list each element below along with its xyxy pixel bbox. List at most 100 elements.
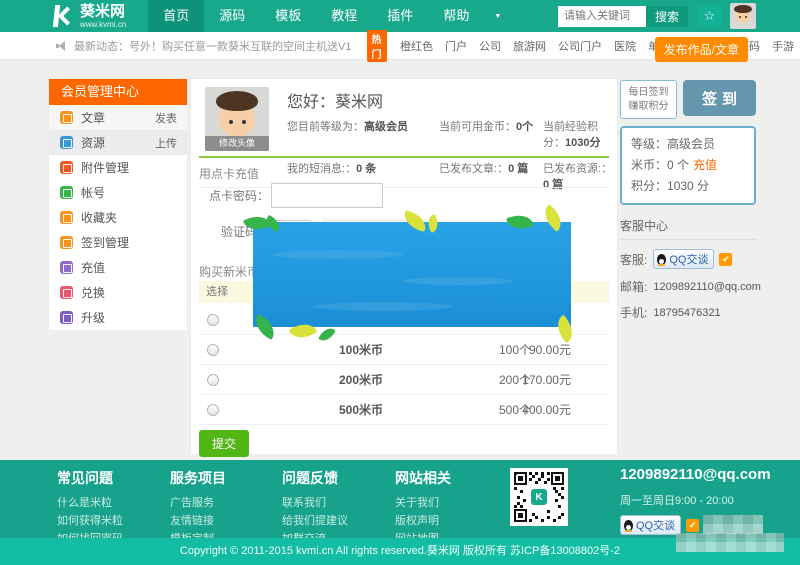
footer-link[interactable]: 如何获得米粒 <box>57 512 123 530</box>
upgrade-icon <box>60 311 73 324</box>
announcement-text: 最新动态：号外！购买任意一款葵米互联的空间主机送V1 <box>74 38 351 54</box>
nav-item-help[interactable]: 帮助 <box>428 0 484 32</box>
coin-row: 米币：0 个充值 <box>631 155 745 176</box>
sidebar-title: 会员管理中心 <box>49 79 187 105</box>
article-icon <box>60 111 73 124</box>
qr-code <box>510 468 568 526</box>
daily-signin-label: 每日签到 赚取积分 <box>620 80 677 119</box>
verified-badge-icon[interactable] <box>719 253 732 266</box>
buy-row[interactable]: 100米币 100个 90.00元 <box>199 335 609 365</box>
page-footer: 常见问题 什么是米粒 如何获得米粒 如何找回密码 服务项目 广告服务 友情链接 … <box>0 460 800 538</box>
stat-points: 当前经验积分：1030分 <box>543 118 613 150</box>
footer-link[interactable]: 联系我们 <box>282 494 348 512</box>
footer-qq-chat-button[interactable]: QQ交谈 <box>620 515 681 535</box>
footer-col-site: 网站相关 关于我们 版权声明 网站地图 <box>395 468 451 548</box>
qr-center-logo <box>531 489 547 505</box>
member-sidebar: 会员管理中心 文章 发表 资源 上传 附件管理 帐号 收藏夹 签到管理 充值 兑… <box>48 78 188 331</box>
header-avatar[interactable] <box>730 3 756 29</box>
radio-button[interactable] <box>207 314 219 326</box>
nav-item-source[interactable]: 源码 <box>204 0 260 32</box>
sidebar-item-favorites[interactable]: 收藏夹 <box>49 205 187 230</box>
qq-penguin-icon <box>657 254 666 265</box>
signin-icon <box>60 236 73 249</box>
tag-link[interactable]: 公司 <box>479 38 501 54</box>
stat-level: 您目前等级为：高级会员 <box>287 118 439 150</box>
main-nav: 首页 源码 模板 教程 插件 帮助 <box>148 0 511 32</box>
service-phone-row: 手机: 18795476321 <box>620 304 756 321</box>
card-password-row: 点卡密码： <box>191 183 383 208</box>
signin-button[interactable]: 签到 <box>683 80 756 116</box>
footer-link[interactable]: 关于我们 <box>395 494 451 512</box>
logo-k-icon <box>54 5 74 27</box>
sidebar-item-signin[interactable]: 签到管理 <box>49 230 187 255</box>
exchange-icon <box>60 286 73 299</box>
nav-item-home[interactable]: 首页 <box>148 0 204 32</box>
service-center-title: 客服中心 <box>620 217 756 240</box>
nav-item-templates[interactable]: 模板 <box>260 0 316 32</box>
publish-article-link[interactable]: 发表 <box>155 110 177 126</box>
tag-link[interactable]: 橙红色 <box>400 38 433 54</box>
footer-link[interactable]: 什么是米粒 <box>57 494 123 512</box>
top-navbar: 葵米网 www.kvmi.cn 首页 源码 模板 教程 插件 帮助 搜索 <box>0 0 800 32</box>
qq-penguin-icon <box>624 520 633 531</box>
footer-link[interactable]: 广告服务 <box>170 494 226 512</box>
buy-row[interactable]: 500米币 500个 400.00元 <box>199 395 609 425</box>
qq-chat-button[interactable]: QQ交谈 <box>653 249 714 269</box>
hot-badge: 热门 <box>367 30 387 62</box>
recharge-link[interactable]: 充值 <box>693 158 717 172</box>
tag-link[interactable]: 旅游网 <box>513 38 546 54</box>
footer-hours: 周一至周日9:00 - 20:00 <box>620 492 771 508</box>
favorites-icon <box>60 211 73 224</box>
sidebar-item-articles[interactable]: 文章 发表 <box>49 105 187 130</box>
service-qq-row: 客服: QQ交谈 <box>620 249 756 269</box>
service-email: 1209892110@qq.com <box>653 281 761 293</box>
nav-item-plugins[interactable]: 插件 <box>372 0 428 32</box>
tag-link[interactable]: 手游 <box>772 38 794 54</box>
ad-banner[interactable] <box>253 222 571 327</box>
blurred-watermark <box>703 515 763 534</box>
submit-button[interactable]: 提交 <box>199 430 249 457</box>
favorite-star-icon[interactable] <box>697 5 722 27</box>
verified-badge-icon[interactable] <box>686 519 699 532</box>
upload-resource-link[interactable]: 上传 <box>155 135 177 151</box>
sidebar-item-upgrade[interactable]: 升级 <box>49 305 187 330</box>
edit-avatar-overlay[interactable]: 修改头像 <box>205 136 269 151</box>
radio-button[interactable] <box>207 344 219 356</box>
member-info-box: 等级：高级会员 米币：0 个充值 积分：1030 分 <box>620 126 756 205</box>
search-button[interactable]: 搜索 <box>646 6 688 27</box>
right-sidebar: 每日签到 赚取积分 签到 等级：高级会员 米币：0 个充值 积分：1030 分 … <box>620 80 756 321</box>
logo-title: 葵米网 <box>80 4 126 20</box>
blurred-watermark <box>676 533 784 552</box>
speaker-icon <box>56 41 66 51</box>
profile-avatar[interactable]: 修改头像 <box>205 87 269 151</box>
search-input[interactable] <box>558 6 646 27</box>
tag-link[interactable]: 公司门户 <box>558 38 602 54</box>
points-row: 积分：1030 分 <box>631 176 745 197</box>
level-row: 等级：高级会员 <box>631 134 745 155</box>
footer-col-services: 服务项目 广告服务 友情链接 模板定制 <box>170 468 226 548</box>
radio-button[interactable] <box>207 404 219 416</box>
header-search: 搜索 <box>558 3 756 29</box>
sidebar-item-exchange[interactable]: 兑换 <box>49 280 187 305</box>
buy-row[interactable]: 200米币 200个 170.00元 <box>199 365 609 395</box>
nav-more-caret-icon[interactable] <box>484 0 511 32</box>
sidebar-item-recharge[interactable]: 充值 <box>49 255 187 280</box>
radio-button[interactable] <box>207 374 219 386</box>
footer-col-faq: 常见问题 什么是米粒 如何获得米粒 如何找回密码 <box>57 468 123 548</box>
recharge-icon <box>60 261 73 274</box>
tag-link[interactable]: 门户 <box>445 38 467 54</box>
site-logo[interactable]: 葵米网 www.kvmi.cn <box>54 4 126 29</box>
publish-button[interactable]: 发布作品/文章 <box>655 37 748 62</box>
card-password-input[interactable] <box>271 183 383 208</box>
sidebar-item-account[interactable]: 帐号 <box>49 180 187 205</box>
service-email-row: 邮箱: 1209892110@qq.com <box>620 278 756 295</box>
nav-item-tutorials[interactable]: 教程 <box>316 0 372 32</box>
tag-link[interactable]: 医院 <box>614 38 636 54</box>
service-phone: 18795476321 <box>653 307 720 319</box>
sidebar-item-resources[interactable]: 资源 上传 <box>49 130 187 155</box>
footer-link[interactable]: 版权声明 <box>395 512 451 530</box>
footer-link[interactable]: 友情链接 <box>170 512 226 530</box>
sidebar-item-attachments[interactable]: 附件管理 <box>49 155 187 180</box>
footer-col-feedback: 问题反馈 联系我们 给我们提建议 加群交流 <box>282 468 348 548</box>
footer-link[interactable]: 给我们提建议 <box>282 512 348 530</box>
